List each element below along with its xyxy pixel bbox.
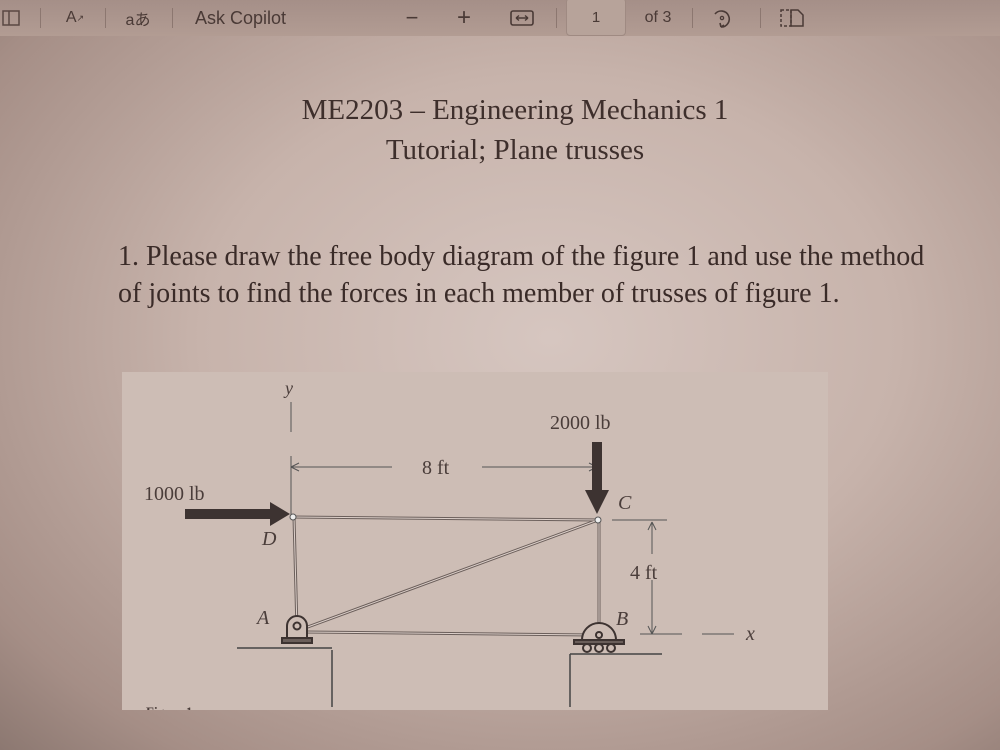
pdf-toolbar: A ↗ aあ Ask Copilot − + 1 of 3 [0,0,1000,36]
translate-button[interactable]: aあ [118,0,158,36]
joint-C [594,516,602,524]
joint-C-label: C [618,492,632,514]
read-aloud-icon: A [65,9,77,26]
document-title: ME2203 – Engineering Mechanics 1 [301,94,729,126]
rotate-button[interactable] [708,0,736,36]
dim-8ft: 8 ft [422,457,450,479]
x-axis-label: x [745,623,755,645]
document-subtitle: Tutorial; Plane trusses [385,134,645,166]
joint-D [289,513,297,521]
rotate-icon [714,10,730,28]
fit-width-icon [510,10,534,26]
zoom-in-button[interactable]: + [450,0,478,36]
y-axis-label: y [283,378,293,398]
force-arrow-2000 [592,442,602,494]
page-view-button[interactable] [778,0,806,36]
sidebar-icon[interactable] [0,0,22,36]
page-view-icon [780,9,804,27]
figure-caption: Figure 1 [146,704,192,710]
force-arrow-1000 [185,509,271,519]
figure-1: y 8 ft 1000 lb 2000 lb D C A B 4 ft x [122,372,828,719]
question-text: 1. Please draw the free body diagram of … [118,241,925,309]
fit-width-button[interactable] [508,0,536,36]
page-total: of 3 [644,9,672,26]
page-current: 1 [591,8,601,26]
read-aloud-button[interactable]: A ↗ [60,0,90,36]
page-number-input[interactable]: 1 [566,0,626,36]
translate-icon: aあ [125,12,151,29]
ask-copilot-button[interactable]: Ask Copilot [195,0,305,36]
zoom-out-button[interactable]: − [398,0,426,36]
joint-B-label: B [616,608,628,630]
joint-A-label: A [255,607,270,629]
force-1000-label: 1000 lb [144,483,205,505]
dim-4ft: 4 ft [630,562,658,584]
force-2000-label: 2000 lb [550,412,611,434]
pin-support-A [281,615,313,644]
joint-D-label: D [261,528,277,550]
